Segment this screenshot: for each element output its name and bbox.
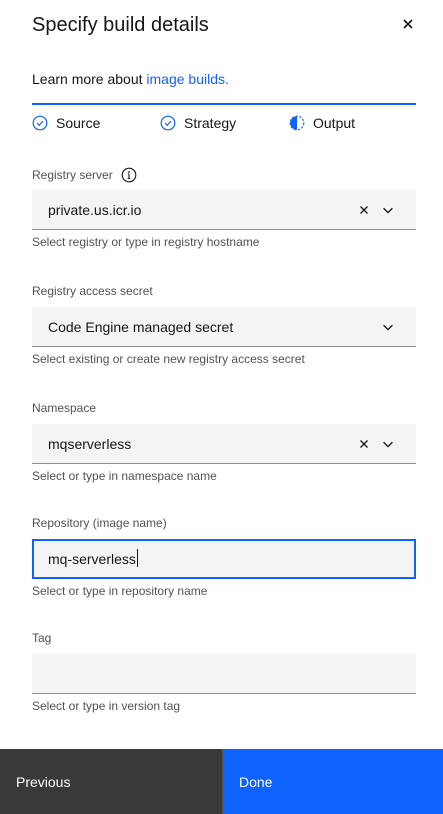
registry-secret-helper: Select existing or create new registry a… xyxy=(32,352,305,366)
tag-helper: Select or type in version tag xyxy=(32,699,181,713)
registry-secret-value: Code Engine managed secret xyxy=(48,318,234,335)
step-strategy[interactable]: Strategy xyxy=(160,113,236,133)
chevron-down-icon[interactable] xyxy=(380,319,396,335)
repository-label: Repository (image name) xyxy=(32,516,167,530)
close-button[interactable] xyxy=(396,12,420,36)
chevron-down-icon[interactable] xyxy=(380,436,396,452)
step-label-source: Source xyxy=(56,115,101,131)
information-icon[interactable] xyxy=(121,167,137,183)
step-output[interactable]: Output xyxy=(289,113,355,133)
checkmark-outline-icon xyxy=(32,115,48,131)
progress-track xyxy=(32,103,416,105)
registry-server-label: Registry server xyxy=(32,167,137,183)
incomplete-icon xyxy=(289,115,305,131)
repository-helper: Select or type in repository name xyxy=(32,584,208,598)
repository-input[interactable]: mq-serverless xyxy=(32,539,416,579)
tag-label: Tag xyxy=(32,631,52,645)
step-source[interactable]: Source xyxy=(32,113,100,133)
repository-value-text: mq-serverless xyxy=(48,551,136,567)
repository-value: mq-serverless xyxy=(48,549,138,569)
progress-indicator: Source Strategy Output xyxy=(32,103,416,135)
registry-secret-dropdown[interactable]: Code Engine managed secret xyxy=(32,307,416,347)
done-button[interactable]: Done xyxy=(223,749,443,814)
clear-icon[interactable] xyxy=(356,202,372,218)
panel-title: Specify build details xyxy=(32,14,209,36)
namespace-value: mqserverless xyxy=(48,435,132,452)
registry-server-label-text: Registry server xyxy=(32,168,113,182)
clear-icon[interactable] xyxy=(356,436,372,452)
intro-label: Learn more about xyxy=(32,71,147,87)
intro-text: Learn more about image builds. xyxy=(32,69,229,89)
namespace-label: Namespace xyxy=(32,401,97,415)
chevron-down-icon[interactable] xyxy=(380,202,396,218)
namespace-combobox[interactable]: mqserverless xyxy=(32,424,416,464)
checkmark-outline-icon xyxy=(160,115,176,131)
step-label-strategy: Strategy xyxy=(184,115,237,131)
close-icon xyxy=(403,19,413,29)
text-cursor xyxy=(136,549,138,567)
step-label-output: Output xyxy=(313,115,356,131)
tag-input[interactable] xyxy=(32,654,416,694)
namespace-helper: Select or type in namespace name xyxy=(32,469,217,483)
registry-server-helper: Select registry or type in registry host… xyxy=(32,235,260,249)
image-builds-link[interactable]: image builds. xyxy=(146,71,229,87)
previous-button[interactable]: Previous xyxy=(0,749,223,814)
registry-server-combobox[interactable]: private.us.icr.io xyxy=(32,190,416,230)
build-details-panel: Specify build details Learn more about i… xyxy=(0,0,443,814)
footer-actions: Previous Done xyxy=(0,749,443,814)
registry-secret-label: Registry access secret xyxy=(32,284,153,298)
registry-server-value: private.us.icr.io xyxy=(48,201,142,218)
